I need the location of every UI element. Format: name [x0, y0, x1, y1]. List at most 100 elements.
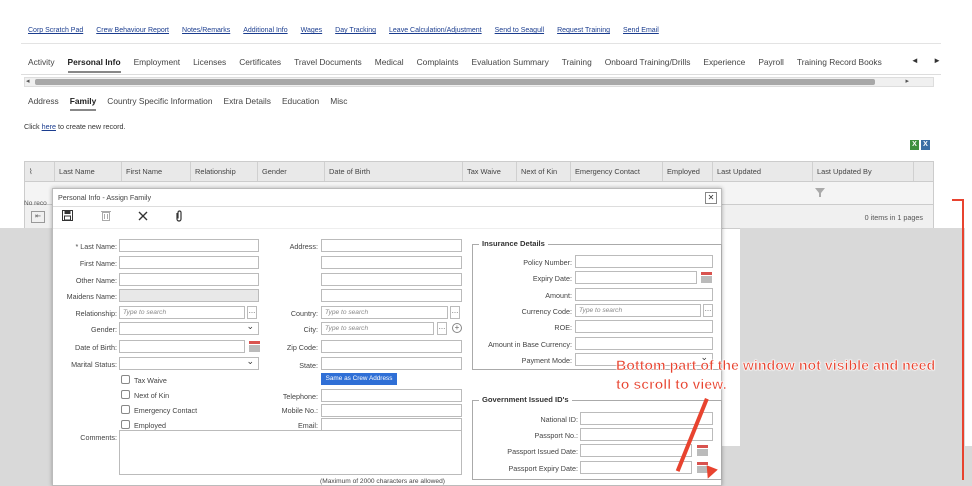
delete-icon[interactable] — [101, 210, 111, 224]
column-header-tax-waive[interactable]: Tax Waive — [463, 162, 517, 181]
zip-code-input[interactable] — [321, 340, 462, 353]
subtab-country-specific-information[interactable]: Country Specific Information — [107, 96, 212, 106]
checkbox-tax-waive[interactable] — [121, 375, 130, 384]
add-city-icon[interactable]: + — [452, 323, 462, 333]
tab-complaints[interactable]: Complaints — [417, 57, 459, 67]
top-link-leave-calculation-adjustment[interactable]: Leave Calculation/Adjustment — [389, 27, 482, 34]
top-link-additional-info[interactable]: Additional Info — [243, 27, 287, 34]
column-header-next-of-kin[interactable]: Next of Kin — [517, 162, 571, 181]
address-line-3-input[interactable] — [321, 273, 462, 286]
attachment-icon[interactable] — [175, 210, 183, 225]
column-header-relationship[interactable]: Relationship — [191, 162, 258, 181]
tab-certificates[interactable]: Certificates — [239, 57, 281, 67]
checkbox-next-of-kin[interactable] — [121, 390, 130, 399]
scroll-right-icon[interactable]: ▸ — [905, 77, 909, 85]
input-policy-number[interactable] — [575, 255, 713, 268]
horizontal-scrollbar[interactable]: ◂ ▸ — [24, 77, 934, 87]
city-lookup-button[interactable]: … — [437, 322, 447, 335]
tab-payroll[interactable]: Payroll — [758, 57, 784, 67]
csv-export-icon[interactable]: X — [921, 140, 930, 150]
column-header-first-name[interactable]: First Name — [122, 162, 191, 181]
input-last-name[interactable] — [119, 239, 259, 252]
save-icon[interactable] — [62, 210, 73, 224]
input-amount-in-base-currency[interactable] — [575, 337, 713, 350]
city-input[interactable]: Type to search — [321, 322, 434, 335]
top-link-send-email[interactable]: Send Email — [623, 27, 659, 34]
cancel-icon[interactable] — [138, 210, 148, 224]
column-header-last-updated[interactable]: Last Updated — [713, 162, 813, 181]
filter-icon[interactable] — [815, 188, 825, 197]
email-input[interactable] — [321, 418, 462, 431]
input-currency-code[interactable]: Type to search — [575, 304, 701, 317]
tab-training[interactable]: Training — [562, 57, 592, 67]
checkbox-employed[interactable] — [121, 420, 130, 429]
state-input[interactable] — [321, 357, 462, 370]
scroll-thumb[interactable] — [35, 79, 875, 85]
passport-issued-calendar-icon[interactable] — [697, 444, 708, 457]
relationship-lookup-button[interactable]: … — [247, 306, 257, 319]
excel-export-icon[interactable]: X — [910, 140, 919, 150]
tab-experience[interactable]: Experience — [703, 57, 745, 67]
top-link-request-training[interactable]: Request Training — [557, 27, 610, 34]
close-icon[interactable]: ✕ — [705, 192, 717, 204]
column-header-date-of-birth[interactable]: Date of Birth — [325, 162, 463, 181]
marital-status-select[interactable] — [119, 357, 259, 370]
label-passport-issued-date: Passport Issued Date: — [507, 447, 578, 456]
top-link-day-tracking[interactable]: Day Tracking — [335, 27, 376, 34]
tab-onboard-training-drills[interactable]: Onboard Training/Drills — [605, 57, 691, 67]
insurance-expiry-calendar-icon[interactable] — [701, 271, 712, 284]
top-link-crew-behaviour-report[interactable]: Crew Behaviour Report — [96, 27, 169, 34]
scroll-left-icon[interactable]: ◂ — [26, 77, 30, 85]
gender-select[interactable] — [119, 322, 259, 335]
column-header-last-updated-by[interactable]: Last Updated By — [813, 162, 914, 181]
telephone-input[interactable] — [321, 389, 462, 402]
input-expiry-date[interactable] — [575, 271, 697, 284]
dob-calendar-icon[interactable] — [249, 340, 260, 353]
country-lookup-button[interactable]: … — [450, 306, 460, 319]
input-first-name[interactable] — [119, 256, 259, 269]
subtab-address[interactable]: Address — [28, 96, 59, 106]
address-line-4-input[interactable] — [321, 289, 462, 302]
mobile-input[interactable] — [321, 404, 462, 417]
address-line-2-input[interactable] — [321, 256, 462, 269]
currency-lookup-button[interactable]: … — [703, 304, 713, 317]
subtab-misc[interactable]: Misc — [330, 96, 347, 106]
column-header-emergency-contact[interactable]: Emergency Contact — [571, 162, 663, 181]
first-page-icon[interactable]: ⇤ — [31, 211, 45, 223]
tab-next-arrow-icon[interactable]: ► — [933, 56, 941, 65]
subtab-education[interactable]: Education — [282, 96, 319, 106]
address-line-1-input[interactable] — [321, 239, 462, 252]
tab-personal-info[interactable]: Personal Info — [67, 57, 121, 73]
tab-travel-documents[interactable]: Travel Documents — [294, 57, 362, 67]
column-header-employed[interactable]: Employed — [663, 162, 713, 181]
tab-activity[interactable]: Activity — [28, 57, 55, 67]
tab-medical[interactable]: Medical — [375, 57, 404, 67]
comments-textarea[interactable] — [119, 430, 462, 475]
tab-employment[interactable]: Employment — [134, 57, 181, 67]
tab-training-record-books[interactable]: Training Record Books — [797, 57, 882, 67]
top-link-wages[interactable]: Wages — [301, 27, 323, 34]
paperclip-icon[interactable]: ⌇ — [25, 162, 55, 181]
input-passport-issued-date[interactable] — [580, 444, 692, 457]
column-header-last-name[interactable]: Last Name — [55, 162, 122, 181]
top-link-send-to-seagull[interactable]: Send to Seagull — [495, 27, 544, 34]
create-record-link[interactable]: here — [42, 122, 56, 131]
relationship-input[interactable]: Type to search — [119, 306, 245, 319]
tab-evaluation-summary[interactable]: Evaluation Summary — [472, 57, 549, 67]
country-input[interactable]: Type to search — [321, 306, 448, 319]
input-other-name[interactable] — [119, 273, 259, 286]
checkbox-emergency-contact[interactable] — [121, 405, 130, 414]
input-passport-expiry-date[interactable] — [580, 461, 692, 474]
tab-licenses[interactable]: Licenses — [193, 57, 226, 67]
top-link-notes-remarks[interactable]: Notes/Remarks — [182, 27, 230, 34]
input-amount[interactable] — [575, 288, 713, 301]
date-of-birth-input[interactable] — [119, 340, 245, 353]
tab-prev-arrow-icon[interactable]: ◄ — [911, 56, 919, 65]
column-header-gender[interactable]: Gender — [258, 162, 325, 181]
input-national-id[interactable] — [580, 412, 713, 425]
input-roe[interactable] — [575, 320, 713, 333]
top-link-corp-scratch-pad[interactable]: Corp Scratch Pad — [28, 27, 83, 34]
subtab-extra-details[interactable]: Extra Details — [223, 96, 270, 106]
same-as-crew-address-button[interactable]: Same as Crew Address — [321, 373, 397, 385]
subtab-family[interactable]: Family — [69, 96, 97, 111]
